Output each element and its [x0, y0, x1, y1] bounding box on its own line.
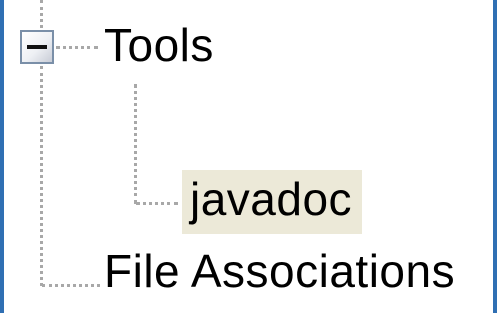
tree-connector-line: [40, 66, 43, 286]
tree-connector-line: [136, 202, 178, 205]
tree-connector-line: [40, 0, 43, 28]
tree-node-file-associations[interactable]: File Associations: [104, 248, 455, 294]
window-frame-right: [493, 0, 497, 313]
tree-node-tools[interactable]: Tools: [104, 22, 214, 68]
tree-view[interactable]: Tools javadoc File Associations: [4, 0, 493, 313]
collapse-toggle[interactable]: [20, 30, 54, 64]
tree-connector-line: [56, 46, 98, 49]
minus-box-icon: [27, 45, 47, 49]
tree-connector-line: [134, 84, 137, 204]
tree-connector-line: [42, 284, 100, 287]
tree-node-javadoc[interactable]: javadoc: [182, 170, 363, 234]
